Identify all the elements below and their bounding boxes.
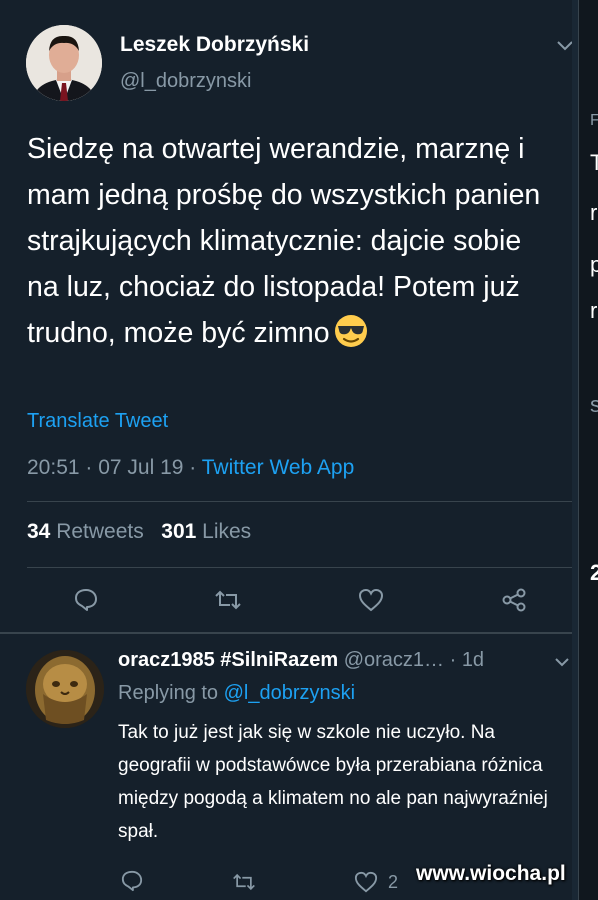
- reply-icon[interactable]: [120, 870, 144, 892]
- side-letter: 2: [590, 560, 598, 585]
- divider: [27, 567, 572, 568]
- author-avatar[interactable]: [26, 25, 102, 101]
- share-icon[interactable]: [500, 587, 528, 613]
- retweet-icon[interactable]: [232, 872, 256, 892]
- meta-separator: ·: [183, 456, 202, 479]
- watermark: www.wiocha.pl: [416, 862, 566, 885]
- retweets-label[interactable]: Retweets: [56, 520, 144, 543]
- reply-author-avatar[interactable]: [26, 650, 104, 728]
- adjacent-panel-strip: [578, 0, 598, 900]
- tweet-text: Siedzę na otwartej werandzie, marznę i m…: [27, 126, 557, 356]
- reply-like-count[interactable]: 2: [388, 872, 398, 893]
- tweet-source-link[interactable]: Twitter Web App: [202, 456, 355, 479]
- like-icon[interactable]: [357, 587, 385, 613]
- meta-separator: ·: [444, 649, 462, 671]
- replying-to: Replying to @l_dobrzynski: [118, 682, 355, 705]
- chevron-down-icon[interactable]: [553, 655, 571, 669]
- meta-separator: ·: [79, 456, 99, 479]
- side-letter: r: [590, 200, 598, 225]
- likes-count[interactable]: 301: [161, 520, 196, 543]
- author-name[interactable]: Leszek Dobrzyński: [120, 33, 309, 57]
- tweet-detail-view: Leszek Dobrzyński @l_dobrzynski Siedzę n…: [0, 0, 573, 900]
- section-separator: [0, 632, 572, 634]
- side-letter: p: [590, 252, 598, 277]
- reply-header: oracz1985 #SilniRazem @oracz1… · 1d: [118, 649, 484, 672]
- retweets-count[interactable]: 34: [27, 520, 50, 543]
- side-letter: s: [590, 392, 598, 417]
- adjacent-panel: F T r p r s 2: [572, 0, 598, 900]
- divider: [27, 501, 572, 502]
- retweet-icon[interactable]: [214, 589, 242, 611]
- reply-icon[interactable]: [73, 588, 99, 612]
- reply-author-handle[interactable]: @oracz1…: [344, 649, 444, 671]
- tweet-stats: 34 Retweets 301 Likes: [27, 520, 251, 544]
- likes-label[interactable]: Likes: [202, 520, 251, 543]
- side-letter: r: [590, 298, 598, 323]
- like-icon[interactable]: [353, 870, 379, 894]
- translate-tweet-link[interactable]: Translate Tweet: [27, 410, 168, 433]
- reply-age: 1d: [461, 649, 485, 671]
- reply-text: Tak to już jest jak się w szkole nie ucz…: [118, 722, 548, 842]
- author-handle[interactable]: @l_dobrzynski: [120, 70, 251, 93]
- side-letter: F: [590, 112, 598, 129]
- replying-to-mention[interactable]: @l_dobrzynski: [224, 682, 355, 704]
- reply-author-name[interactable]: oracz1985 #SilniRazem: [118, 649, 338, 671]
- side-letter: T: [590, 150, 598, 175]
- replying-to-prefix: Replying to: [118, 682, 224, 704]
- smiling-face-with-sunglasses-icon: [334, 314, 368, 348]
- tweet-meta: 20:51 · 07 Jul 19 · Twitter Web App: [27, 456, 354, 480]
- tweet-text-body: Siedzę na otwartej werandzie, marznę i m…: [27, 133, 541, 349]
- tweet-time: 20:51: [27, 456, 80, 479]
- tweet-date: 07 Jul 19: [98, 456, 184, 479]
